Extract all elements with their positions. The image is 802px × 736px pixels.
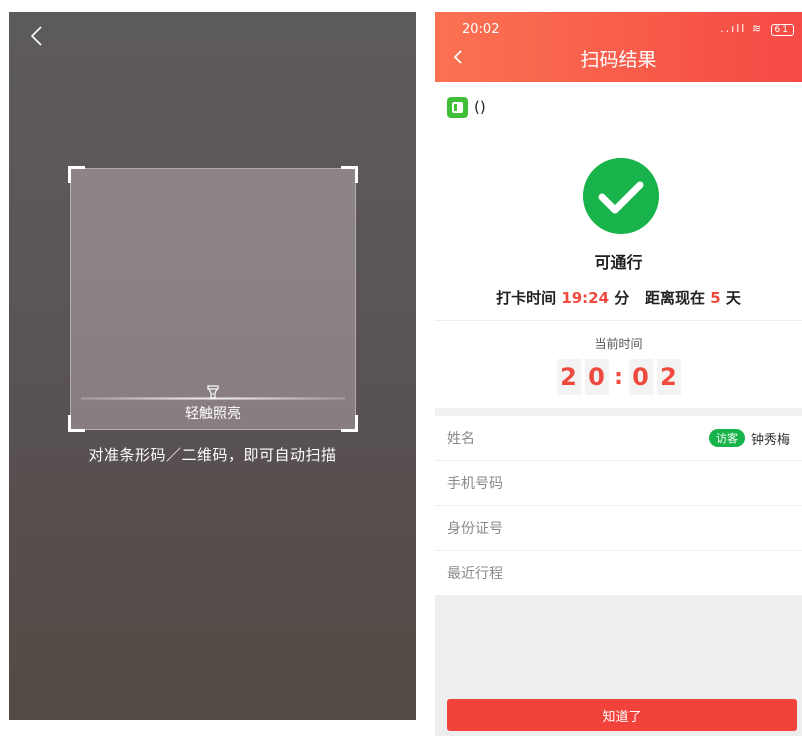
clock-digit: 0 bbox=[628, 359, 653, 395]
id-row: 身份证号 bbox=[435, 506, 802, 551]
scan-hint: 对准条形码／二维码，即可自动扫描 bbox=[88, 446, 337, 464]
name-value-group: 访客 钟秀梅 bbox=[708, 429, 790, 448]
status-icons: ..ıll ≋ 61 bbox=[720, 22, 794, 36]
battery-icon: 61 bbox=[770, 24, 794, 36]
site-icon bbox=[447, 96, 468, 118]
site-name: () bbox=[474, 98, 486, 116]
pass-status: 可通行 bbox=[594, 253, 643, 272]
name-label: 姓名 bbox=[447, 431, 475, 447]
checkin-label: 打卡时间 bbox=[496, 289, 557, 307]
phone-row: 手机号码 bbox=[435, 461, 802, 506]
clock-separator: : bbox=[614, 364, 623, 390]
phone-label: 手机号码 bbox=[447, 476, 503, 492]
trip-label: 最近行程 bbox=[447, 566, 503, 582]
clock-digit: 2 bbox=[656, 359, 681, 395]
name-row: 姓名 访客 钟秀梅 bbox=[435, 416, 802, 461]
site-info: () bbox=[447, 96, 486, 118]
distance-label: 距离现在 bbox=[644, 289, 705, 307]
checkin-info: 打卡时间 19:24 分 距离现在 5 天 bbox=[435, 287, 802, 308]
torch-label[interactable]: 轻触照亮 bbox=[71, 403, 355, 423]
header-bar: 20:02 ..ıll ≋ 61 扫码结果 bbox=[435, 12, 802, 82]
back-arrow-icon[interactable] bbox=[27, 25, 49, 47]
status-time: 20:02 bbox=[462, 22, 500, 37]
wifi-icon: ≋ bbox=[751, 22, 764, 35]
clock-digit: 0 bbox=[584, 359, 609, 395]
page-title: 扫码结果 bbox=[580, 49, 657, 71]
card-icon bbox=[452, 101, 463, 113]
divider bbox=[435, 320, 802, 321]
checkin-time: 19:24 bbox=[561, 289, 610, 307]
days-count: 5 bbox=[710, 289, 721, 307]
clock-digit: 2 bbox=[556, 359, 581, 395]
result-screen: 20:02 ..ıll ≋ 61 扫码结果 () 可通行 打卡时间 19:24 … bbox=[435, 12, 802, 736]
scan-frame: 轻触照亮 bbox=[68, 166, 358, 432]
frame-corner bbox=[68, 166, 85, 183]
scanner-screen: 轻触照亮 对准条形码／二维码，即可自动扫描 bbox=[9, 12, 416, 720]
signal-icon: ..ıll bbox=[720, 22, 747, 35]
section-gap bbox=[435, 408, 802, 416]
trip-row: 最近行程 bbox=[435, 551, 802, 596]
id-label: 身份证号 bbox=[447, 521, 503, 537]
visitor-badge: 访客 bbox=[708, 429, 745, 447]
success-check-icon bbox=[583, 158, 659, 234]
current-time-label: 当前时间 bbox=[594, 337, 643, 351]
name-value: 钟秀梅 bbox=[750, 432, 790, 448]
days-unit: 天 bbox=[725, 289, 741, 307]
flashlight-icon[interactable] bbox=[206, 385, 220, 399]
current-time-clock: 2 0 : 0 2 bbox=[435, 359, 802, 395]
acknowledge-button[interactable]: 知道了 bbox=[447, 699, 797, 731]
minute-unit: 分 bbox=[614, 289, 630, 307]
frame-corner bbox=[341, 166, 358, 183]
